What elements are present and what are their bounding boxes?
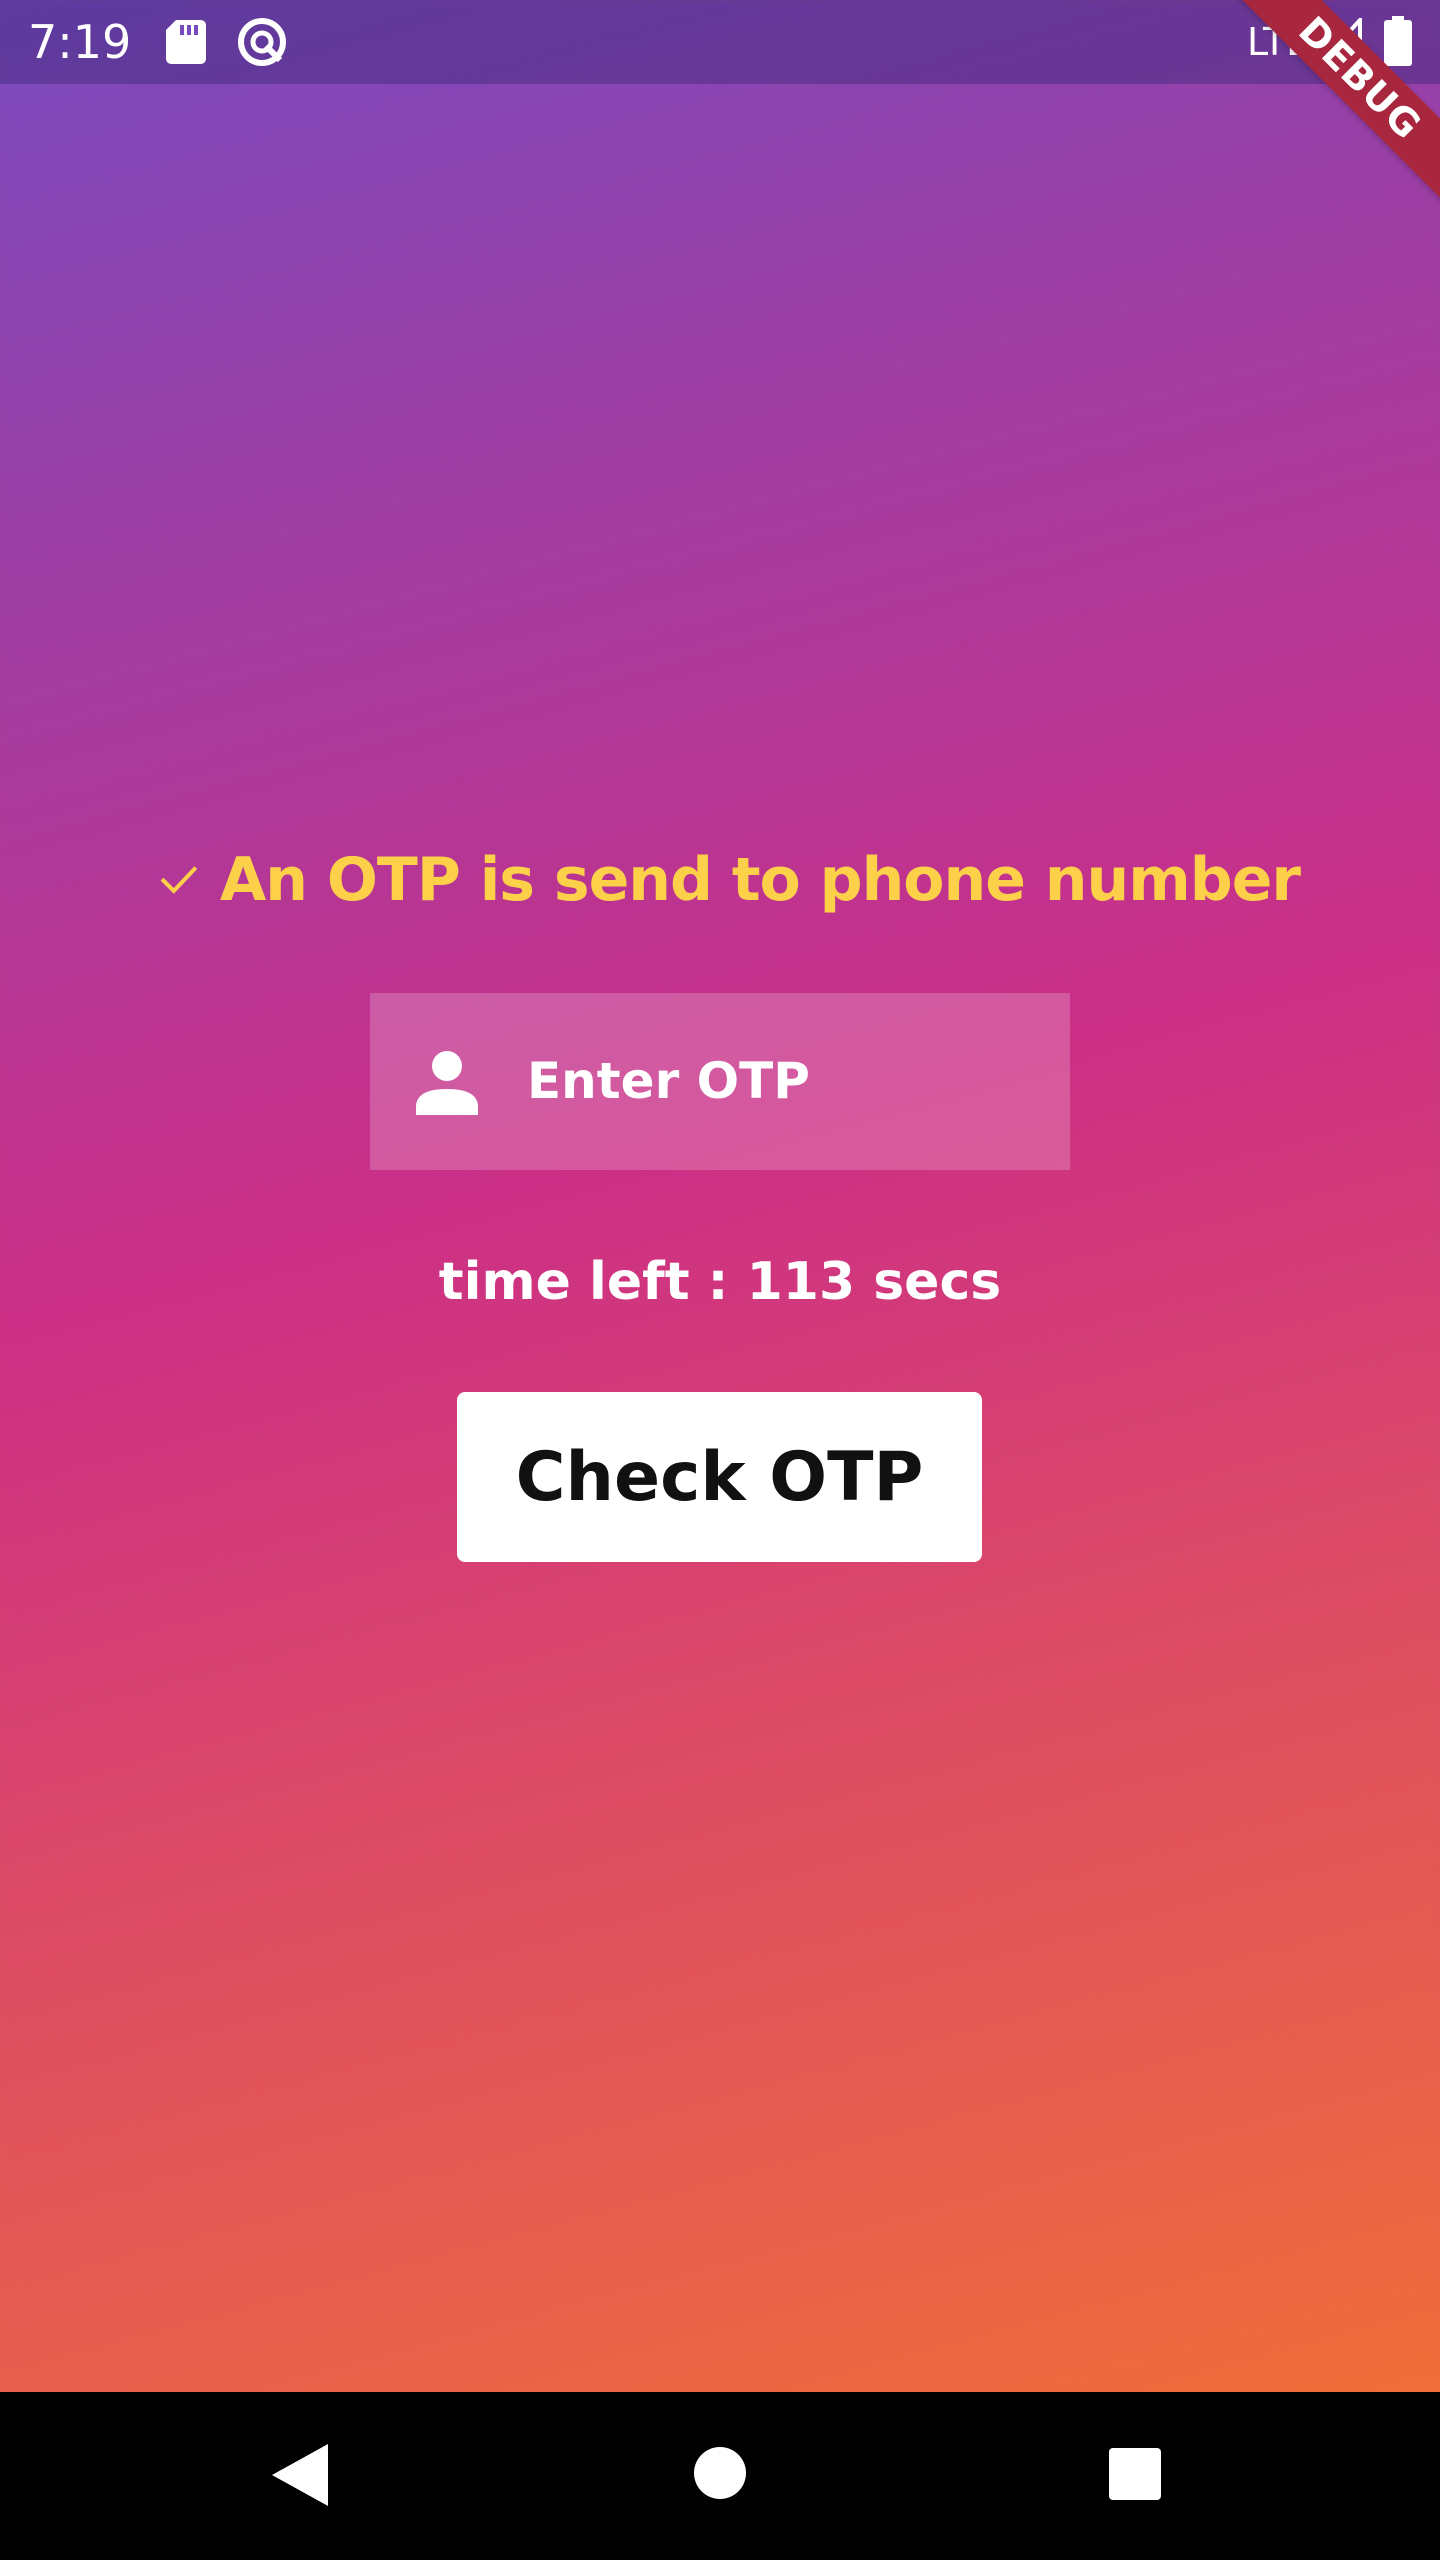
back-icon[interactable] [270,2442,330,2508]
time-left-label: time left : 113 secs [438,1252,1002,1312]
home-icon[interactable] [693,2446,747,2500]
otp-sent-notice: An OTP is send to phone number [160,840,1301,920]
check-otp-button[interactable]: Check OTP [457,1392,982,1562]
person-icon [416,1051,478,1115]
recent-apps-icon[interactable] [1108,2447,1162,2501]
otp-input-field[interactable]: Enter OTP [370,993,1070,1170]
check-icon [160,866,198,894]
sync-icon [238,18,286,66]
otp-input[interactable]: Enter OTP [527,993,810,1170]
battery-icon [1384,16,1412,66]
sd-card-icon [166,20,206,64]
notice-text: An OTP is send to phone number [219,845,1301,915]
status-bar: 7:19 LTE [0,0,1440,84]
navigation-bar [0,2392,1440,2560]
status-time: 7:19 [28,15,132,69]
